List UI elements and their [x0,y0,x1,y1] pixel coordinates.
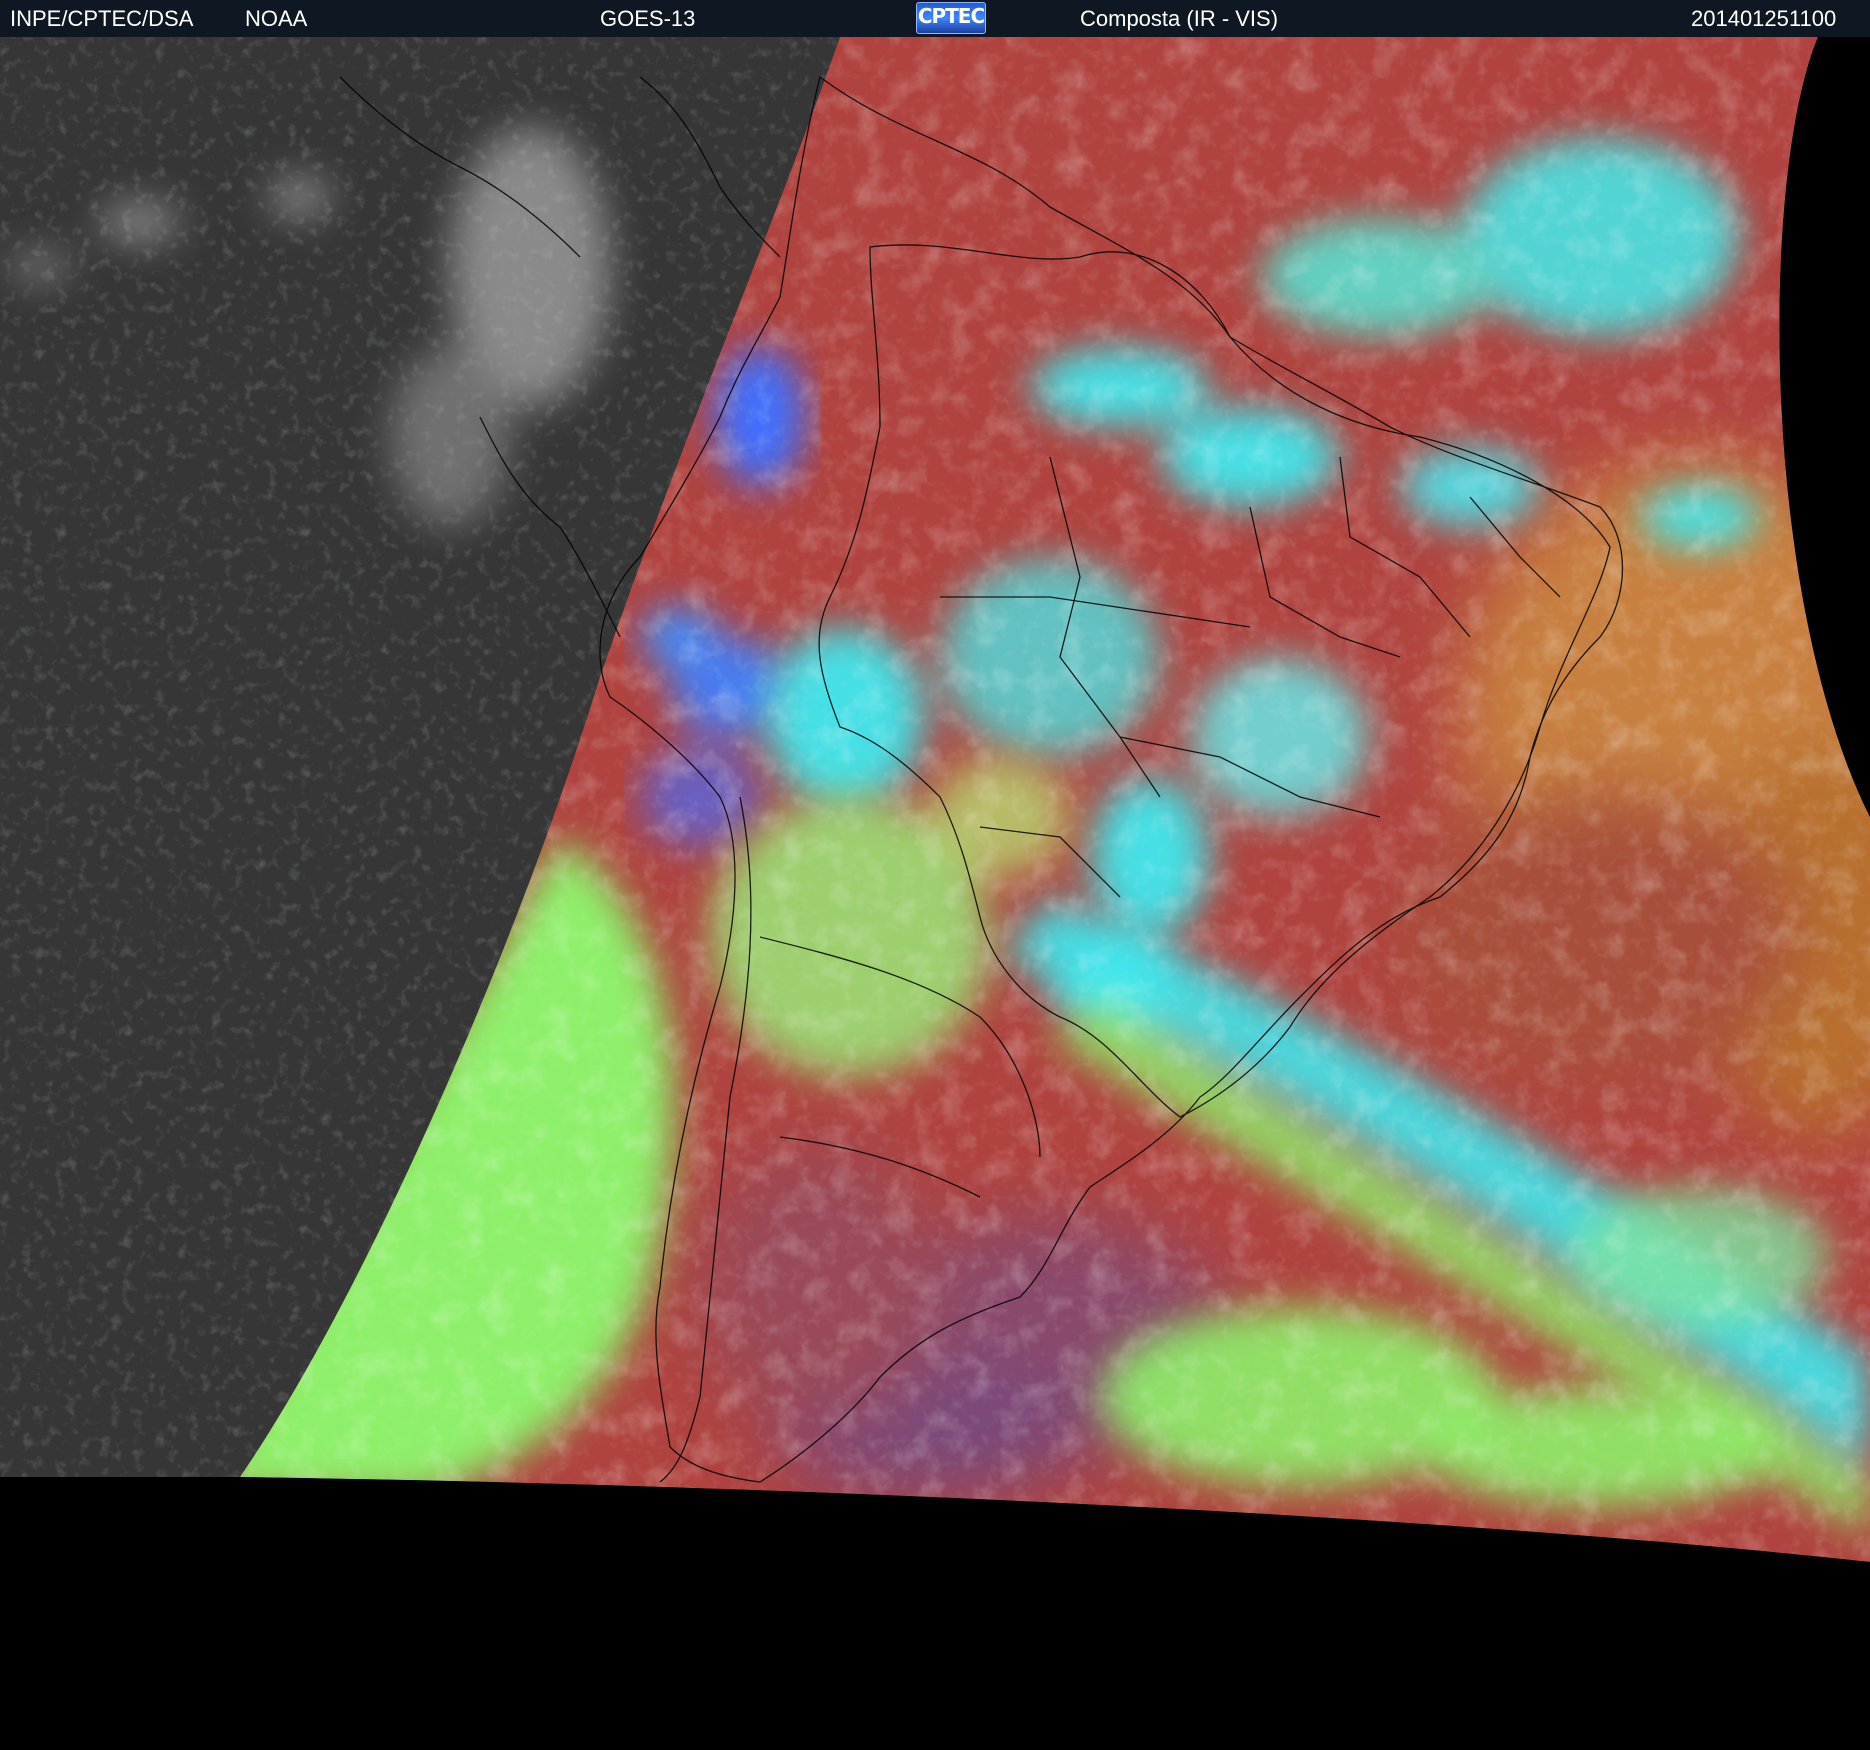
timestamp-label: 201401251100 [1691,6,1837,31]
header-bar: INPE/CPTEC/DSA NOAA GOES-13 CPTEC Compos… [0,0,1870,37]
satellite-image [0,37,1870,1750]
cptec-logo: CPTEC [916,2,986,34]
satellite-label: GOES-13 [600,6,696,31]
agency-label: INPE/CPTEC/DSA [10,6,194,31]
product-label: Composta (IR - VIS) [1080,6,1279,31]
logo-text: CPTEC [917,4,985,28]
satellite-composite [0,37,1870,1750]
source-label: NOAA [245,6,308,31]
